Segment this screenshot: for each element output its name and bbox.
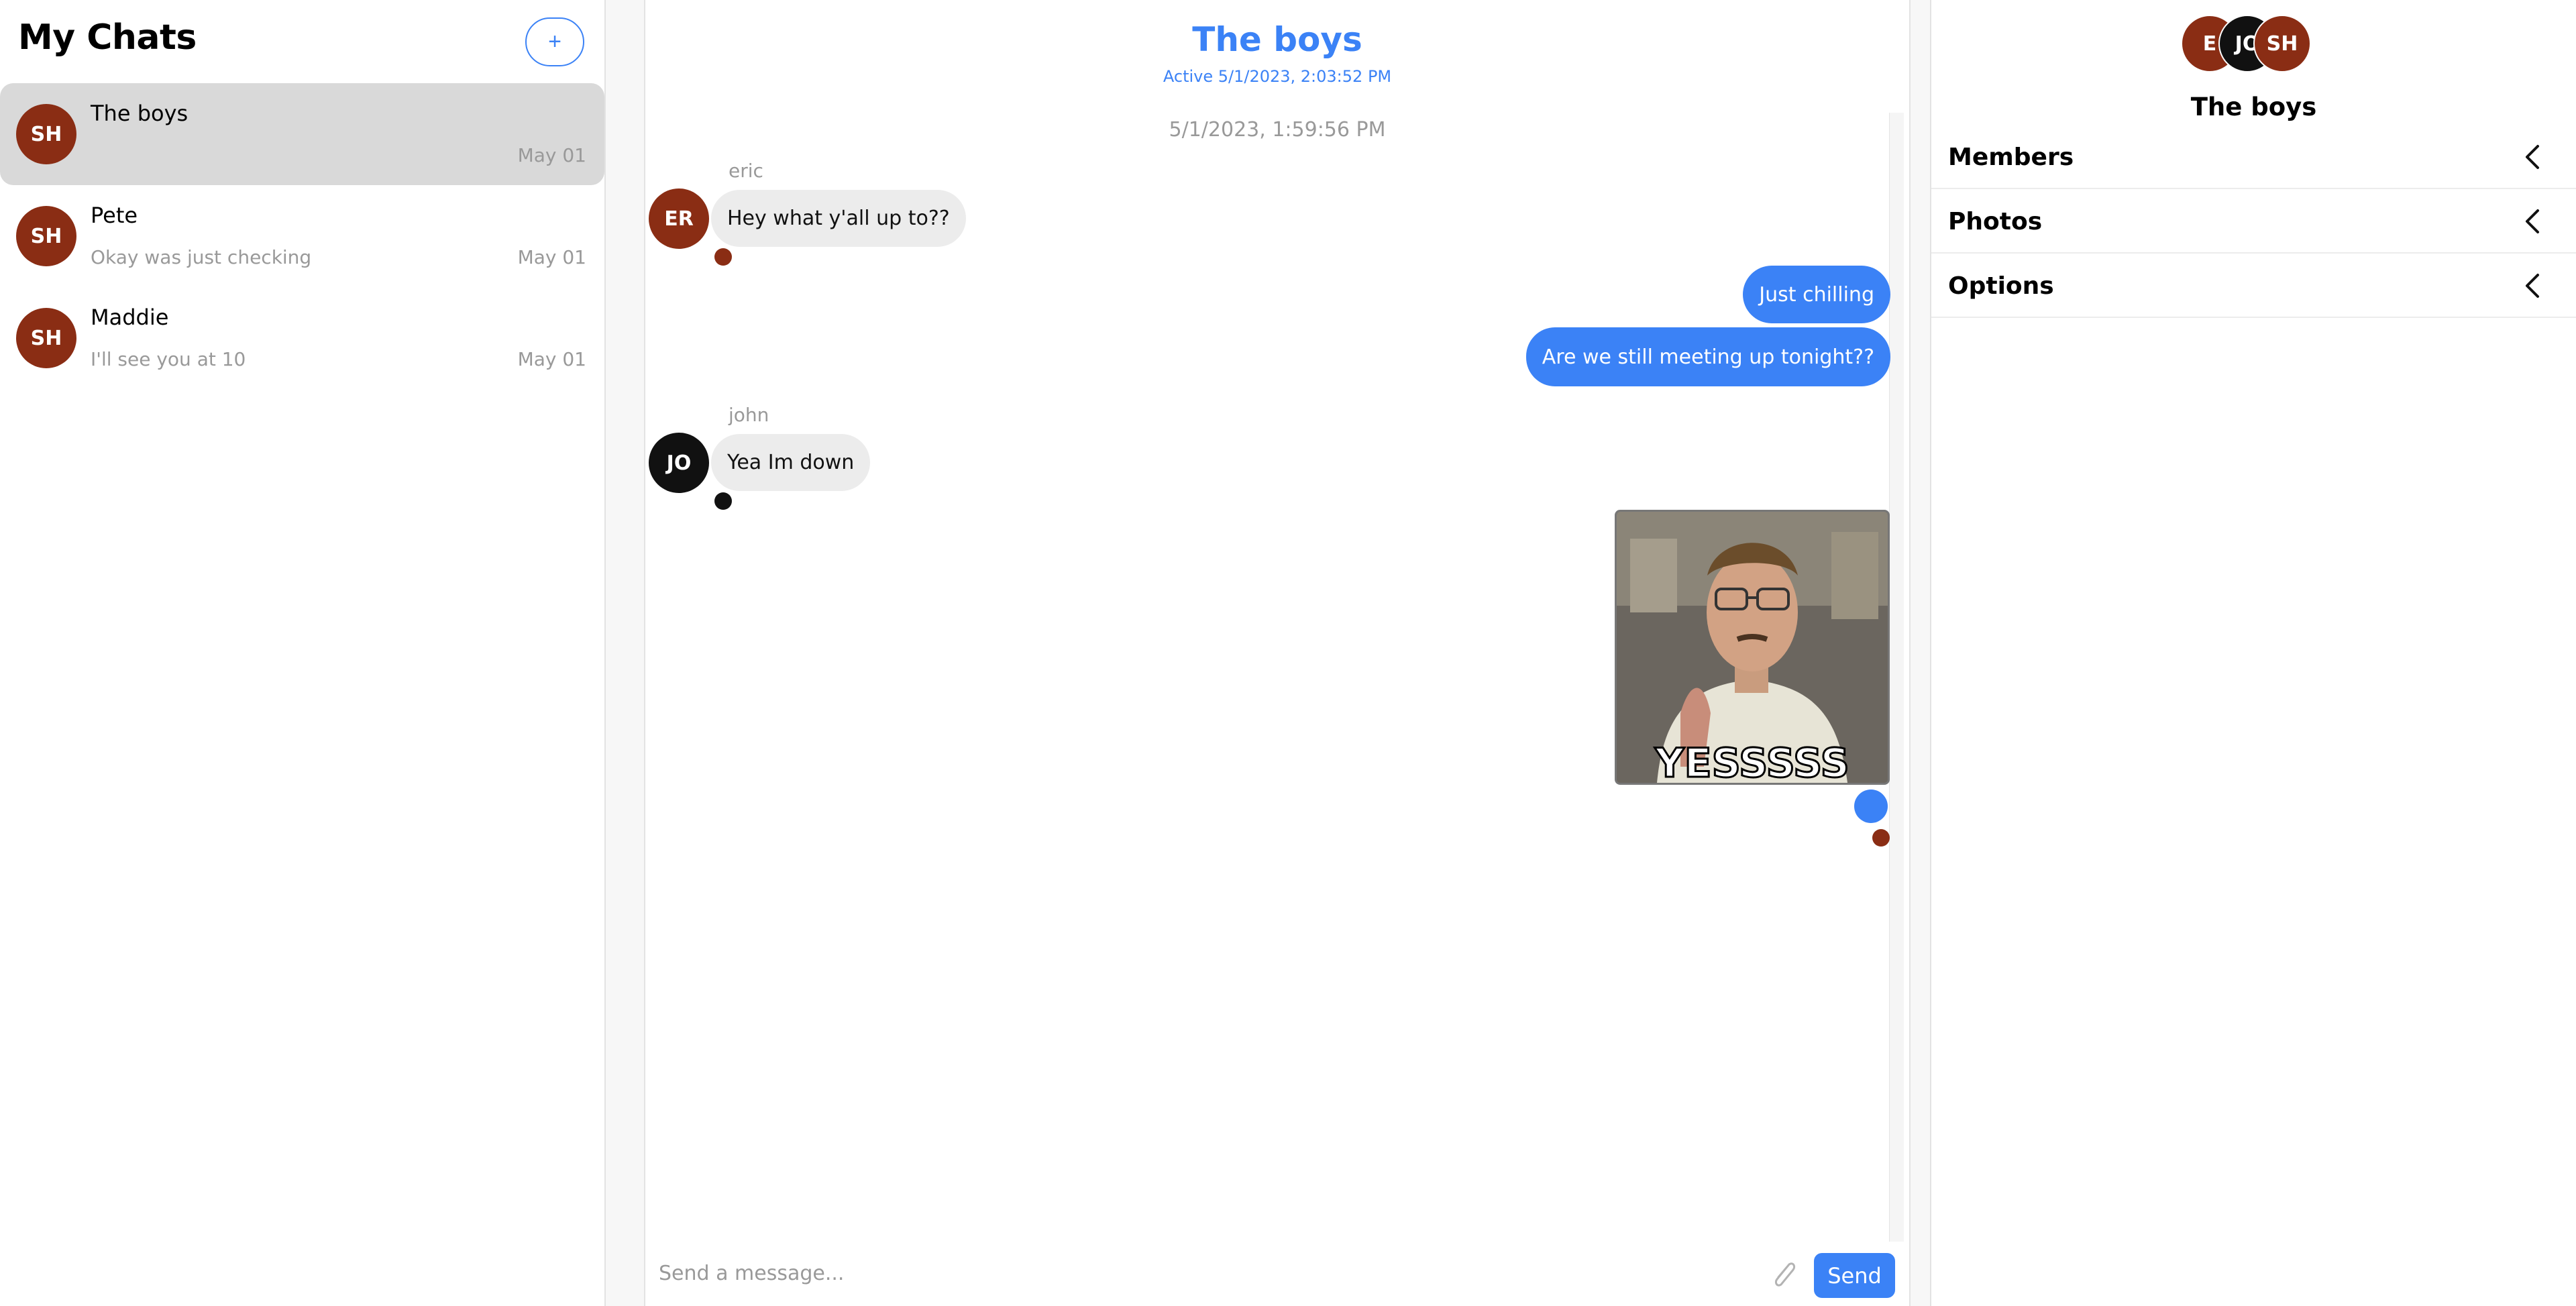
avatar: SH xyxy=(16,308,76,368)
chat-preview: I'll see you at 10 xyxy=(91,348,246,370)
message-scrollbar[interactable] xyxy=(1889,113,1904,1246)
section-label: Members xyxy=(1948,144,2074,171)
gif-image-message[interactable]: YESSSSS xyxy=(1615,510,1890,785)
avatar: SH xyxy=(16,206,76,266)
gif-image: YESSSSS xyxy=(1617,512,1888,783)
chat-list-sidebar: My Chats + SH The boys May 01 SH Pete Ok… xyxy=(0,0,605,1306)
read-receipt-dot xyxy=(714,492,732,510)
details-gutter xyxy=(1911,0,1930,1306)
sidebar-header: My Chats + xyxy=(0,0,605,84)
chat-item-the-boys[interactable]: SH The boys May 01 xyxy=(0,83,604,185)
send-button[interactable]: Send xyxy=(1814,1253,1895,1298)
group-name: The boys xyxy=(2190,93,2317,121)
chevron-left-icon xyxy=(2526,145,2539,169)
chat-date: May 01 xyxy=(517,144,586,166)
chat-details-panel: E JO SH The boys Members Photos Options xyxy=(1931,0,2576,1306)
section-label: Options xyxy=(1948,272,2054,300)
gif-caption: YESSSSS xyxy=(1654,740,1849,783)
sidebar-title: My Chats xyxy=(18,17,197,58)
members-section[interactable]: Members xyxy=(1931,125,2576,189)
message-bubble-outgoing: Are we still meeting up tonight?? xyxy=(1525,327,1890,386)
chat-item-maddie[interactable]: SH Maddie I'll see you at 10 May 01 xyxy=(0,287,604,389)
new-chat-button[interactable]: + xyxy=(525,17,584,66)
chat-date: May 01 xyxy=(517,348,586,370)
chat-name: Pete xyxy=(91,203,138,228)
message-timestamp: 5/1/2023, 1:59:56 PM xyxy=(1169,118,1386,142)
chat-item-pete[interactable]: SH Pete Okay was just checking May 01 xyxy=(0,185,604,287)
chat-list: SH The boys May 01 SH Pete Okay was just… xyxy=(0,83,605,389)
avatar: ER xyxy=(649,188,709,249)
paperclip-icon[interactable] xyxy=(1768,1255,1801,1293)
read-receipt-dot xyxy=(1872,829,1890,847)
avatar: SH xyxy=(16,104,76,164)
chevron-left-icon xyxy=(2526,209,2539,233)
chat-preview: Okay was just checking xyxy=(91,246,312,268)
options-section[interactable]: Options xyxy=(1931,254,2576,318)
conversation-title: The boys xyxy=(1192,20,1362,59)
group-avatars: E JO SH xyxy=(2181,15,2315,75)
chat-name: Maddie xyxy=(91,305,169,330)
sent-status-dot xyxy=(1854,790,1888,823)
message-composer: Send xyxy=(645,1242,1909,1306)
sender-name: eric xyxy=(729,160,763,182)
chat-date: May 01 xyxy=(517,246,586,268)
sender-name: john xyxy=(729,404,769,426)
message-input[interactable] xyxy=(659,1250,1732,1297)
read-receipt-dot xyxy=(714,248,732,266)
avatar: SH xyxy=(2253,15,2311,72)
section-label: Photos xyxy=(1948,208,2043,235)
message-bubble-incoming: Yea Im down xyxy=(711,434,871,491)
photos-section[interactable]: Photos xyxy=(1931,189,2576,254)
sidebar-gutter xyxy=(606,0,644,1306)
chevron-left-icon xyxy=(2526,274,2539,298)
message-bubble-outgoing: Just chilling xyxy=(1743,266,1890,323)
avatar: JO xyxy=(649,433,709,493)
conversation-status: Active 5/1/2023, 2:03:52 PM xyxy=(1163,67,1392,86)
chat-name: The boys xyxy=(91,101,189,126)
conversation-pane: The boys Active 5/1/2023, 2:03:52 PM 5/1… xyxy=(645,0,1909,1306)
message-bubble-incoming: Hey what y'all up to?? xyxy=(711,190,966,247)
